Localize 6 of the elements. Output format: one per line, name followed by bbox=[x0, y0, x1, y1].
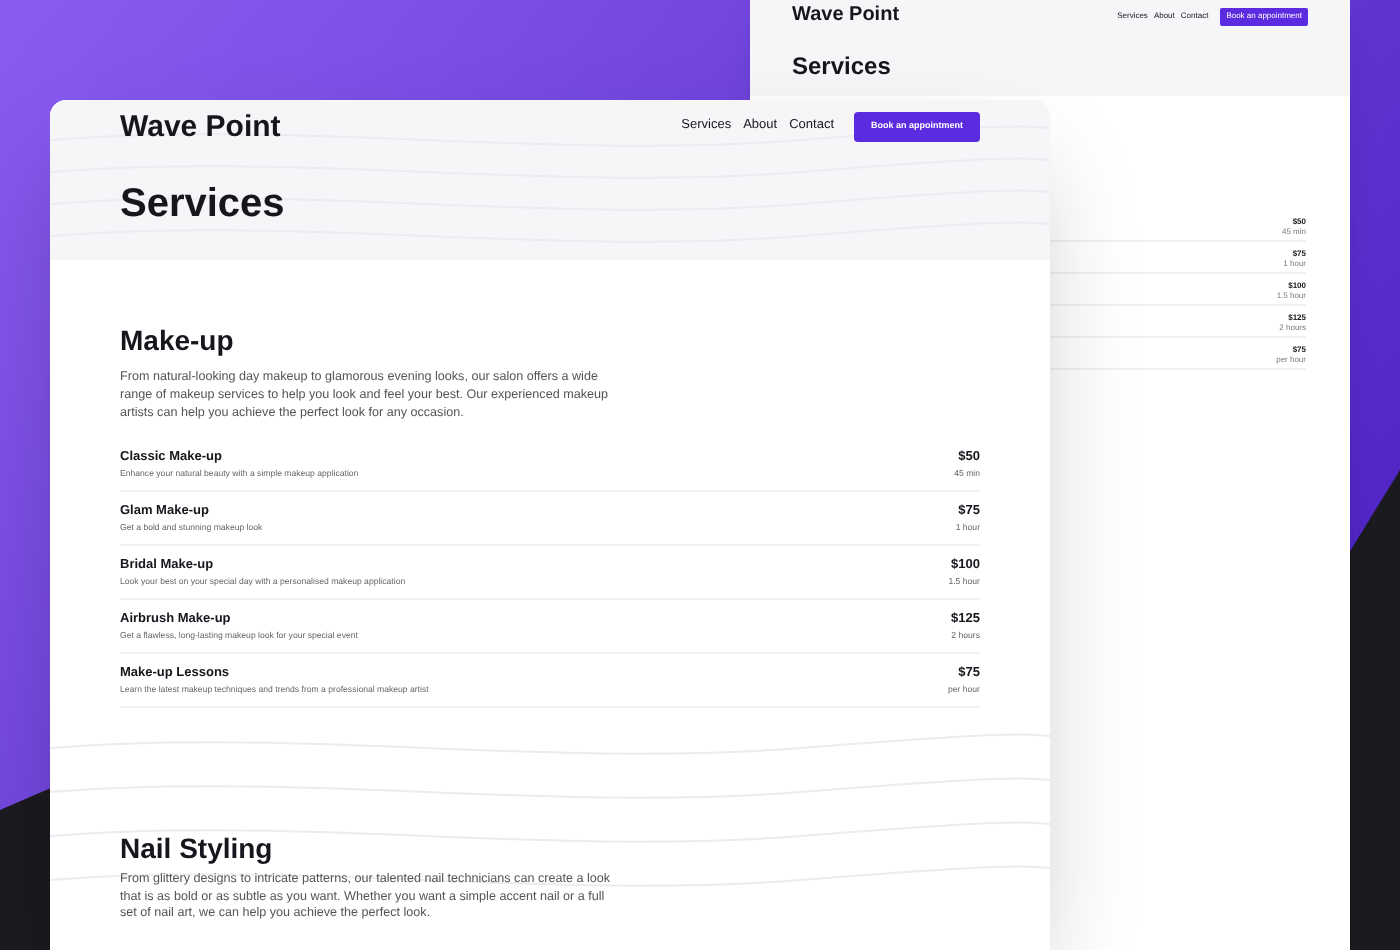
logo: Wave Point bbox=[792, 6, 900, 26]
section-heading: Nail Styling bbox=[120, 830, 275, 866]
section-heading: Make-up bbox=[120, 322, 236, 358]
page-title: Services bbox=[120, 180, 287, 228]
page-title: Services bbox=[792, 54, 893, 78]
logo: Wave Point bbox=[120, 111, 281, 141]
